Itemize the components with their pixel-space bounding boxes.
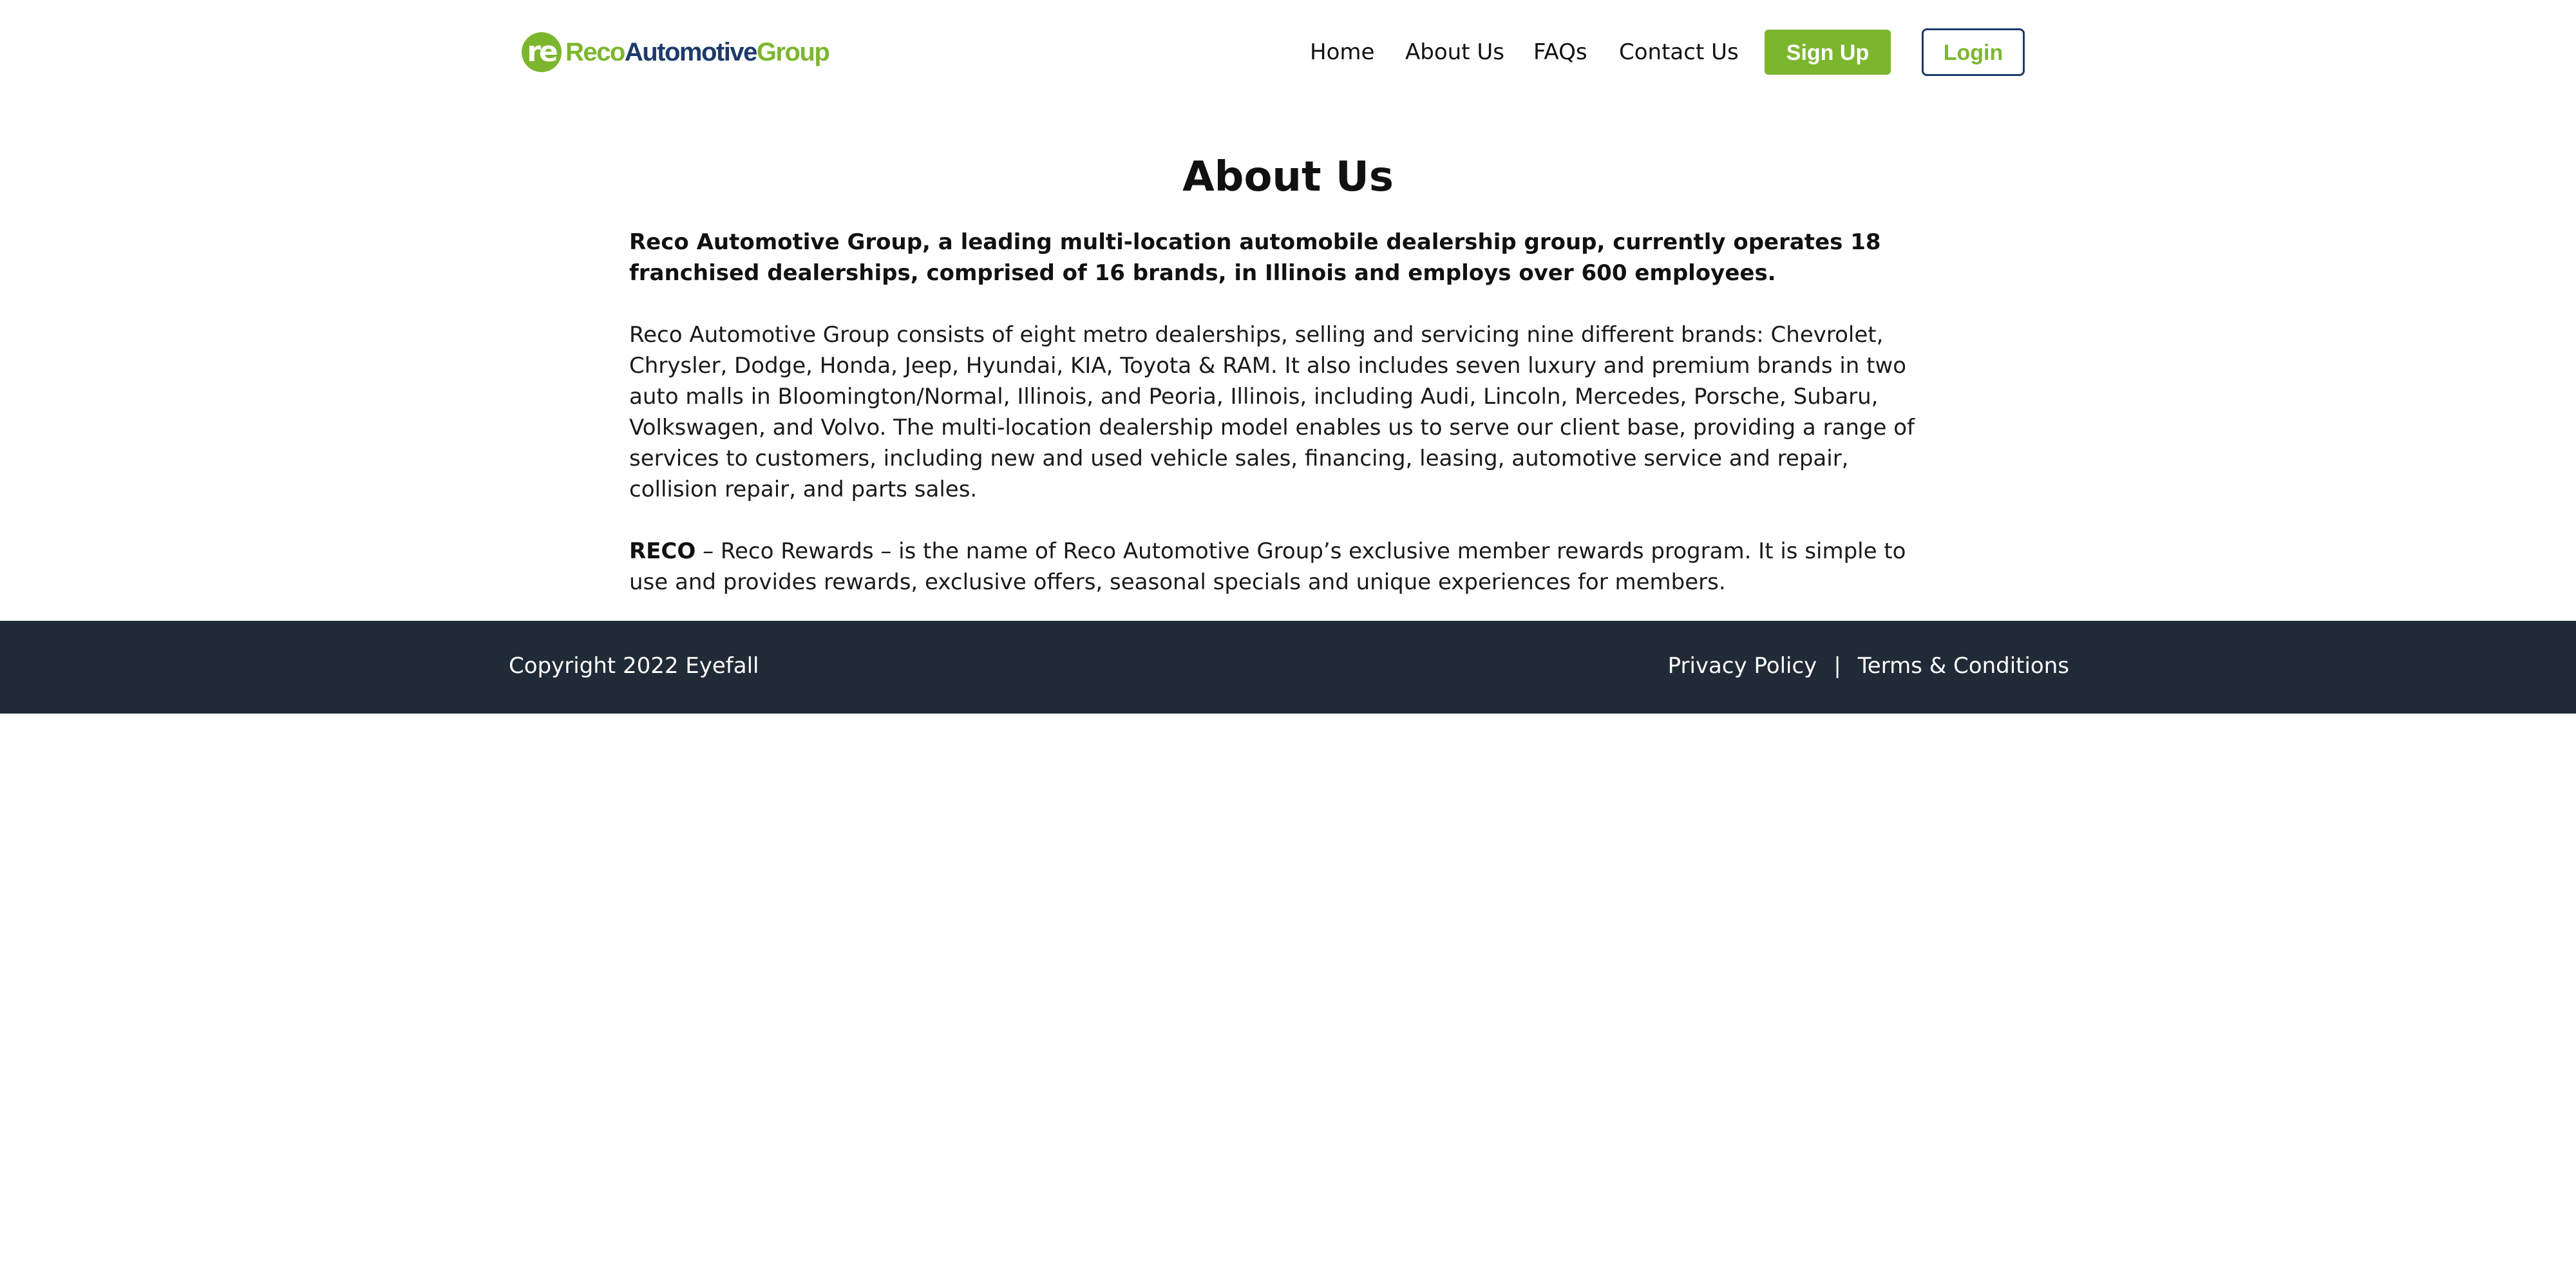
nav-about-us[interactable]: About Us <box>1405 39 1504 65</box>
site-footer: Copyright 2022 Eyefall Privacy Policy | … <box>0 621 2576 714</box>
logo-badge-icon: re <box>522 32 562 72</box>
about-content: Reco Automotive Group, a leading multi-l… <box>629 227 1940 629</box>
nav-contact-us[interactable]: Contact Us <box>1619 39 1739 65</box>
rewards-description: – Reco Rewards – is the name of Reco Aut… <box>629 538 1906 595</box>
terms-conditions-link[interactable]: Terms & Conditions <box>1858 653 2069 679</box>
reco-logo[interactable]: re RecoAutomotiveGroup <box>522 32 830 72</box>
site-header: re RecoAutomotiveGroup Home About Us FAQ… <box>0 0 2576 103</box>
sign-up-button[interactable]: Sign Up <box>1765 30 1891 75</box>
copyright-text: Copyright 2022 Eyefall <box>509 653 759 679</box>
logo-word-group: Group <box>756 37 830 66</box>
page-title: About Us <box>1182 153 1394 201</box>
login-button[interactable]: Login <box>1922 28 2025 76</box>
nav-home[interactable]: Home <box>1310 39 1374 65</box>
logo-wordmark: RecoAutomotiveGroup <box>565 37 830 67</box>
main-nav-contact: Contact Us <box>1619 28 1739 76</box>
main-nav-about: About Us <box>1405 28 1504 76</box>
main-nav-faqs: FAQs <box>1533 28 1587 76</box>
logo-word-reco: Reco <box>565 37 625 66</box>
footer-links: Privacy Policy | Terms & Conditions <box>1668 653 2069 679</box>
main-nav: Home <box>1310 28 1374 76</box>
nav-faqs[interactable]: FAQs <box>1533 39 1587 65</box>
footer-separator: | <box>1833 653 1841 679</box>
privacy-policy-link[interactable]: Privacy Policy <box>1668 653 1817 679</box>
body-paragraph: Reco Automotive Group consists of eight … <box>629 322 1915 502</box>
lead-paragraph: Reco Automotive Group, a leading multi-l… <box>629 229 1881 286</box>
logo-word-automotive: Automotive <box>624 37 758 66</box>
rewards-program-name: RECO <box>629 538 696 564</box>
rewards-paragraph: RECO – Reco Rewards – is the name of Rec… <box>629 536 1940 598</box>
